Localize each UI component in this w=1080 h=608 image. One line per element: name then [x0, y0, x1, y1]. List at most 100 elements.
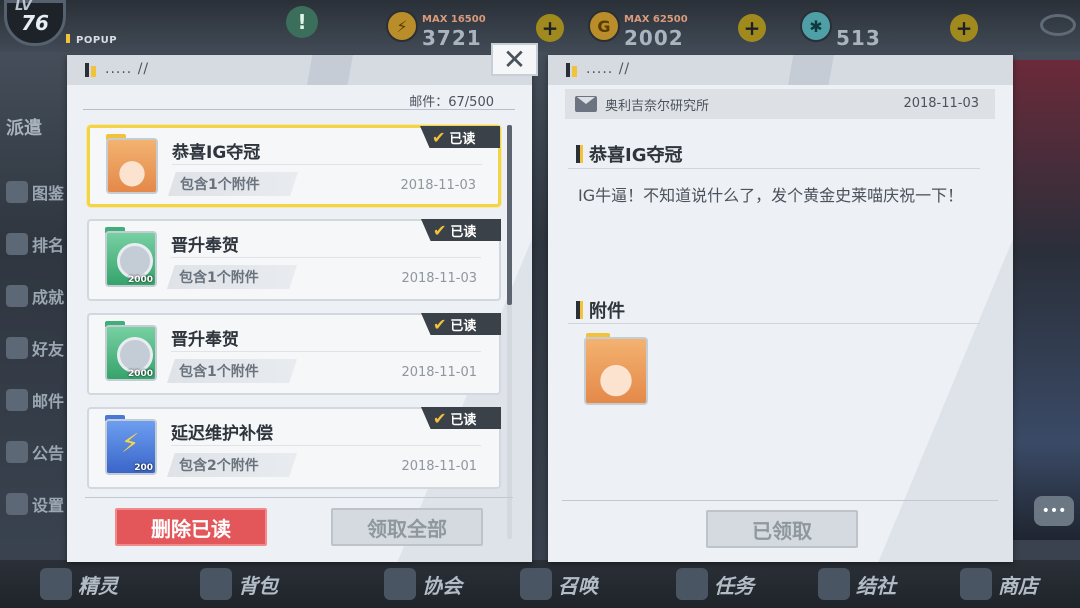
- friends-icon: [6, 337, 28, 359]
- coin-icon: 2000: [105, 231, 157, 287]
- popup-tag: POPUP: [66, 34, 117, 46]
- sender-bar: 奥利吉奈尔研究所 2018-11-03: [565, 89, 995, 119]
- side-item-label: 排名: [32, 236, 65, 255]
- header-stripe: [773, 55, 1013, 85]
- divider: [568, 323, 980, 324]
- side-item-settings[interactable]: 设置: [0, 478, 70, 530]
- divider: [562, 500, 998, 501]
- read-badge: ✔ 已读: [421, 313, 501, 335]
- add-energy-button[interactable]: +: [536, 14, 564, 42]
- side-item-label: 好友: [32, 340, 65, 359]
- chat-button[interactable]: •••: [1034, 496, 1074, 526]
- club-icon: [818, 568, 850, 600]
- claimed-button[interactable]: 已领取: [706, 510, 858, 548]
- nav-quest[interactable]: 任务: [676, 566, 754, 602]
- header-mark-accent: [572, 66, 577, 77]
- resource-max: MAX 16500: [422, 14, 486, 25]
- gear-icon: [6, 493, 28, 515]
- mail-icon: [6, 389, 28, 411]
- read-badge: ✔ 已读: [420, 126, 500, 148]
- side-menu-header[interactable]: 派遣: [0, 114, 70, 144]
- header-dots: ..... //: [105, 61, 150, 77]
- mail-title: 晋升奉贺: [171, 330, 239, 350]
- header-mark: [85, 63, 89, 77]
- divider: [171, 257, 481, 258]
- side-item-codex[interactable]: 图鉴: [0, 166, 70, 218]
- side-item-notice[interactable]: 公告: [0, 426, 70, 478]
- read-status: 已读: [450, 412, 477, 428]
- mail-detail-panel: ..... // 奥利吉奈尔研究所 2018-11-03 恭喜IG夺冠 IG牛逼…: [548, 55, 1013, 562]
- bag-icon: [200, 568, 232, 600]
- nav-label: 精灵: [78, 573, 118, 598]
- divider: [171, 351, 481, 352]
- read-status: 已读: [449, 131, 476, 147]
- nav-club[interactable]: 结社: [818, 566, 896, 602]
- side-item-label: 设置: [32, 496, 65, 515]
- girl-portrait-icon: [106, 138, 158, 194]
- mail-item[interactable]: 2000 晋升奉贺 包含1个附件 2018-11-03 ✔ 已读: [87, 219, 501, 301]
- side-item-mail[interactable]: 邮件: [0, 374, 70, 426]
- attachments-heading: 附件: [576, 297, 625, 323]
- divider: [172, 164, 482, 165]
- rank-icon: [6, 233, 28, 255]
- mail-date: 2018-11-03: [400, 178, 476, 193]
- shop-icon: [960, 568, 992, 600]
- mail-attachment-info: 包含1个附件: [168, 172, 298, 196]
- background-art-right: [1010, 60, 1080, 540]
- nav-bag[interactable]: 背包: [200, 566, 278, 602]
- resource-value: 2002: [624, 26, 684, 50]
- mail-item[interactable]: 2000 晋升奉贺 包含1个附件 2018-11-01 ✔ 已读: [87, 313, 501, 395]
- side-item-label: 图鉴: [32, 184, 65, 203]
- mail-item[interactable]: 恭喜IG夺冠 包含1个附件 2018-11-03 ✔ 已读: [87, 125, 501, 207]
- close-button[interactable]: ✕: [491, 43, 538, 76]
- nav-label: 任务: [714, 573, 754, 598]
- nav-label: 结社: [856, 573, 896, 598]
- header-mark: [566, 63, 570, 77]
- divider: [83, 109, 515, 110]
- header-dots: ..... //: [586, 61, 631, 77]
- coin-icon: 2000: [105, 325, 157, 381]
- spirit-icon: [40, 568, 72, 600]
- eye-icon[interactable]: [1040, 14, 1076, 36]
- item-quantity: 2000: [127, 369, 153, 379]
- megaphone-icon: [6, 441, 28, 463]
- scrollbar-thumb[interactable]: [507, 125, 512, 305]
- mail-item[interactable]: 200 延迟维护补偿 包含2个附件 2018-11-01 ✔已读: [87, 407, 501, 489]
- check-icon: ✔: [433, 220, 447, 240]
- side-item-friends[interactable]: 好友: [0, 322, 70, 374]
- mail-title: 延迟维护补偿: [171, 424, 273, 444]
- resource-gold: G MAX 62500 2002 +: [588, 10, 788, 50]
- item-quantity: 2000: [127, 275, 153, 285]
- mail-date: 2018-11-01: [401, 459, 477, 474]
- check-icon: ✔: [432, 127, 446, 147]
- side-item-label: 邮件: [32, 392, 65, 411]
- resource-energy: ⚡ MAX 16500 3721 +: [386, 10, 586, 50]
- mail-detail-title: 恭喜IG夺冠: [576, 141, 682, 167]
- side-item-rank[interactable]: 排名: [0, 218, 70, 270]
- mail-attachment-info: 包含1个附件: [167, 359, 297, 383]
- nav-spirit[interactable]: 精灵: [40, 566, 118, 602]
- nav-guild[interactable]: 协会: [384, 566, 462, 602]
- attachment-girl-portrait-icon[interactable]: [584, 337, 648, 405]
- side-item-label: 成就: [32, 288, 65, 307]
- delete-read-button[interactable]: 删除已读: [115, 508, 267, 546]
- mail-attachment-info: 包含2个附件: [167, 453, 297, 477]
- add-gold-button[interactable]: +: [738, 14, 766, 42]
- codex-icon: [6, 181, 28, 203]
- nav-shop[interactable]: 商店: [960, 566, 1038, 602]
- mail-attachment-info: 包含1个附件: [167, 265, 297, 289]
- side-item-achievement[interactable]: 成就: [0, 270, 70, 322]
- mail-date: 2018-11-03: [903, 96, 979, 111]
- battery-icon: 200: [105, 419, 157, 475]
- item-quantity: 200: [134, 463, 153, 473]
- resource-max: MAX 62500: [624, 14, 688, 25]
- nav-summon[interactable]: 召唤: [520, 566, 598, 602]
- level-prefix: LV: [15, 0, 32, 14]
- panel-decoration: [873, 95, 1013, 562]
- mail-date: 2018-11-03: [401, 271, 477, 286]
- divider: [85, 497, 513, 498]
- claim-all-button[interactable]: 领取全部: [331, 508, 483, 546]
- alert-icon[interactable]: !: [286, 6, 318, 38]
- panel-header: ..... //: [67, 55, 532, 85]
- add-token-button[interactable]: +: [950, 14, 978, 42]
